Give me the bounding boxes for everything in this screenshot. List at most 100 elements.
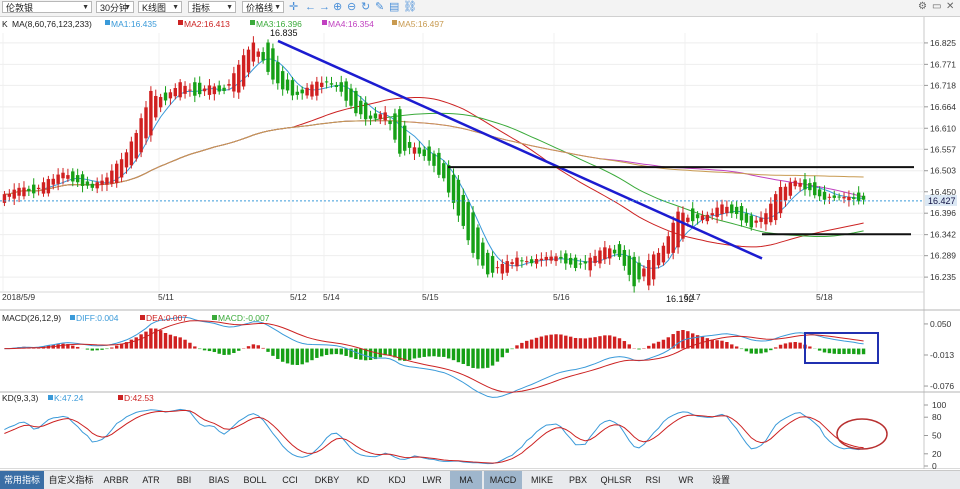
candle-body (715, 207, 719, 217)
pen-icon[interactable]: ✎ (375, 0, 384, 15)
candle-body (412, 147, 417, 154)
tab-settings[interactable]: 设置 (704, 471, 738, 489)
candle-body (359, 100, 363, 115)
period-select[interactable]: 30分钟 ▼ (96, 1, 134, 13)
candle-body (193, 82, 197, 96)
candle-body (393, 113, 397, 140)
y-tick-label: 16.235 (930, 272, 956, 282)
legend-swatch-ma2 (178, 20, 183, 25)
candle-body (686, 217, 690, 222)
crosshair-icon[interactable]: ✛ (289, 0, 298, 15)
kd-legend: KD(9,3,3) K:47.24 D:42.53 (2, 393, 154, 403)
candle-body (61, 172, 65, 179)
tab-cci[interactable]: CCI (274, 471, 306, 489)
chart-type-select[interactable]: K线图 ▼ (138, 1, 182, 13)
candle-body (251, 42, 256, 62)
tab-qhlsr[interactable]: QHLSR (596, 471, 636, 489)
candle-body (266, 42, 270, 72)
candle-body (373, 113, 378, 119)
candle-body (363, 102, 368, 120)
candle-body (183, 85, 187, 94)
candle-body (232, 73, 236, 92)
candle-body (300, 89, 304, 94)
indicator-select[interactable]: 指标 ▼ (188, 1, 236, 13)
candle-body (720, 204, 724, 214)
x-tick-label: 5/11 (158, 292, 174, 302)
tab-pbx[interactable]: PBX (562, 471, 594, 489)
minimize-icon[interactable]: ▭ (932, 1, 941, 13)
y-tick-label: 16.557 (930, 144, 956, 154)
arrow-right-icon[interactable]: → (319, 0, 330, 15)
candle-body (427, 146, 431, 161)
candle-body (329, 83, 334, 85)
y-tick-label: 16.289 (930, 251, 956, 261)
tab-boll[interactable]: BOLL (238, 471, 272, 489)
candle-body (310, 84, 314, 97)
tab-arbr[interactable]: ARBR (98, 471, 134, 489)
candle-body (647, 260, 651, 286)
tab-atr[interactable]: ATR (136, 471, 166, 489)
tab-lwr[interactable]: LWR (416, 471, 448, 489)
candle-body (324, 81, 329, 83)
candle-body (178, 82, 182, 98)
candle-body (554, 256, 558, 262)
tab-kd[interactable]: KD (348, 471, 378, 489)
price-line-select[interactable]: 价格线 ▼ (242, 1, 284, 13)
candle-body (769, 203, 773, 223)
candle-body (593, 256, 597, 263)
candle-body (730, 204, 734, 214)
kd-tick-label: 100 (932, 400, 946, 410)
tab-kdj[interactable]: KDJ (380, 471, 414, 489)
legend-ma2: MA2:16.413 (184, 19, 230, 29)
legend-swatch-dea (140, 315, 145, 320)
symbol-select[interactable]: 伦敦银 ▼ (2, 1, 92, 13)
tab-custom[interactable]: 自定义指标 (46, 471, 96, 489)
candle-body (803, 179, 807, 190)
close-icon[interactable]: ✕ (946, 1, 954, 13)
link-icon[interactable]: ⛓ (403, 0, 417, 15)
refresh-icon[interactable]: ↻ (361, 0, 370, 15)
candle-body (417, 147, 422, 154)
candle-body (476, 227, 480, 260)
candle-body (71, 171, 75, 182)
candle-body (793, 180, 797, 187)
tab-ma[interactable]: MA (450, 471, 482, 489)
macd-value: MACD:-0.007 (218, 313, 270, 323)
y-tick-label: 16.664 (930, 102, 956, 112)
tab-bias[interactable]: BIAS (202, 471, 236, 489)
tab-wr[interactable]: WR (670, 471, 702, 489)
tab-macd[interactable]: MACD (484, 471, 522, 489)
ruler-icon[interactable]: ▤ (389, 0, 399, 15)
chevron-down-icon: ▼ (124, 4, 131, 11)
candle-body (515, 257, 519, 267)
zoom-in-icon[interactable]: ⊕ (333, 0, 342, 15)
legend-ma1: MA1:16.435 (111, 19, 157, 29)
legend-swatch-macd (212, 315, 217, 320)
chevron-down-icon: ▼ (274, 4, 281, 11)
candle-body (422, 149, 426, 157)
candle-body (734, 206, 739, 214)
tab-common[interactable]: 常用指标 (0, 471, 44, 489)
tab-bbi[interactable]: BBI (168, 471, 200, 489)
macd-diff: DIFF:0.004 (76, 313, 119, 323)
candle-body (695, 214, 700, 219)
candle-body (861, 195, 866, 200)
candle-body (710, 213, 714, 216)
y-tick-label: 16.718 (930, 80, 956, 90)
candle-body (334, 85, 339, 87)
tab-mike[interactable]: MIKE (524, 471, 560, 489)
candle-body (691, 208, 695, 222)
candle-body (241, 55, 246, 87)
settings-icon[interactable]: ⚙ (918, 1, 927, 13)
tab-rsi[interactable]: RSI (638, 471, 668, 489)
candle-body (119, 159, 124, 178)
candle-body (227, 84, 231, 86)
candle-body (788, 182, 793, 196)
candle-body (661, 245, 666, 263)
candle-body (56, 174, 60, 184)
x-tick-label: 5/16 (553, 292, 570, 302)
candle-body (842, 197, 846, 199)
arrow-left-icon[interactable]: ← (305, 0, 316, 15)
zoom-out-icon[interactable]: ⊖ (347, 0, 356, 15)
tab-dkby[interactable]: DKBY (308, 471, 346, 489)
